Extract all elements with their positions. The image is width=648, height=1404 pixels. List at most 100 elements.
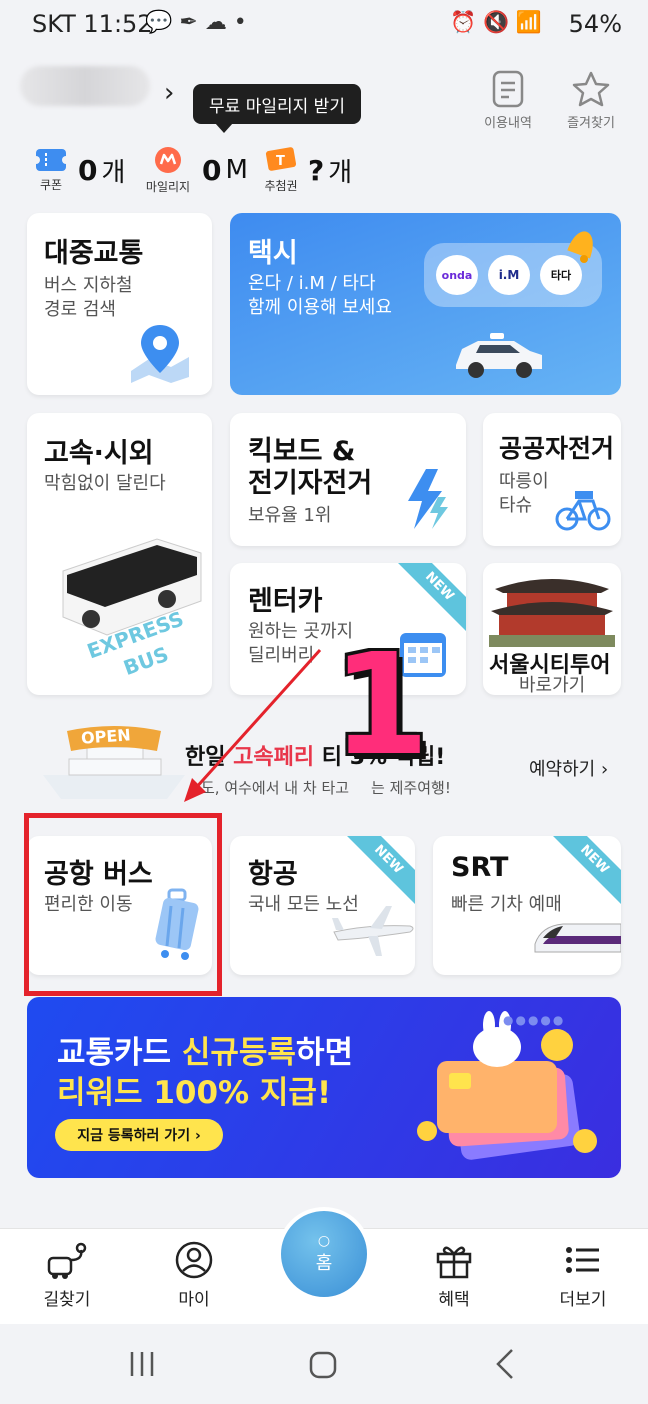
nav-more-label: 더보기 xyxy=(559,1290,607,1310)
mileage-label: 마일리지 xyxy=(145,180,191,194)
rentcar-new-badge: NEW xyxy=(396,563,466,633)
taxi-car-icon xyxy=(456,333,542,378)
taxi-sub1: 온다 / i.M / 타다 xyxy=(248,273,376,294)
express-title: 고속·시외 xyxy=(44,438,154,469)
banner-line2: 리워드 100% 지급! xyxy=(57,1075,332,1111)
transit-sub2: 경로 검색 xyxy=(44,299,116,320)
new-badge-text: NEW xyxy=(345,836,415,906)
bike-sub2: 타슈 xyxy=(499,495,533,516)
srt-new-badge: NEW xyxy=(551,836,621,906)
im-logo: i.M xyxy=(488,255,530,295)
raffle-unit: 개 xyxy=(328,157,353,188)
coupon-stat[interactable]: 쿠폰 0 개 xyxy=(28,142,125,198)
bike-sub1: 따릉이 xyxy=(499,471,549,492)
mileage-coin-icon xyxy=(155,147,181,173)
nav-home-label: 홈 xyxy=(315,1253,333,1274)
new-badge-text: NEW xyxy=(551,836,621,906)
highlight-box xyxy=(24,813,222,996)
system-icons: ⏰ 🔇 📶 xyxy=(450,10,542,34)
city-tour-card[interactable]: 서울시티투어 바로가기 xyxy=(483,563,621,695)
coupon-unit: 개 xyxy=(101,157,126,188)
mileage-stat[interactable]: 마일리지 0 M xyxy=(138,142,248,198)
coupon-label: 쿠폰 xyxy=(39,178,63,192)
taxi-card[interactable]: 택시 온다 / i.M / 타다 함께 이용해 보세요 onda i.M 타다 xyxy=(230,213,621,395)
raffle-ticket-icon: T xyxy=(265,147,297,171)
profile-icon xyxy=(175,1241,213,1279)
public-bike-card[interactable]: 공공자전거 따릉이 타슈 xyxy=(483,413,621,546)
bike-title: 공공자전거 xyxy=(499,434,615,463)
red-arrow xyxy=(184,648,322,802)
transit-card-banner[interactable]: 교통카드 신규등록하면 리워드 100% 지급! 지금 등록하러 가기 › ●●… xyxy=(27,997,621,1178)
nav-my-label: 마이 xyxy=(178,1290,210,1310)
cards-coins-icon xyxy=(417,1011,597,1160)
menu-list-icon xyxy=(566,1247,599,1273)
nav-my[interactable]: 마이 xyxy=(154,1240,234,1310)
kickboard-title2: 전기자전거 xyxy=(248,468,373,499)
map-pin-icon xyxy=(131,325,189,383)
air-card[interactable]: 항공 국내 모든 노선 NEW xyxy=(230,836,415,975)
star-icon xyxy=(572,71,610,107)
raffle-icon-wrap: T 추첨권 xyxy=(258,146,304,194)
airplane-icon xyxy=(332,906,414,956)
favorites-label: 즐겨찾기 xyxy=(567,116,615,131)
bell-icon xyxy=(567,231,593,263)
onda-logo: onda xyxy=(436,255,478,295)
kickboard-card[interactable]: 킥보드 & 전기자전거 보유율 1위 xyxy=(230,413,466,546)
mileage-value: 0 xyxy=(202,153,222,187)
nav-home-button[interactable]: ○ 홈 xyxy=(277,1207,371,1301)
svg-text:T: T xyxy=(276,154,285,169)
history-label: 이용내역 xyxy=(484,116,532,131)
open-label: OPEN xyxy=(80,725,132,748)
srt-sub: 빠른 기차 예매 xyxy=(451,894,562,915)
raffle-stat[interactable]: T 추첨권 ? 개 xyxy=(258,142,352,198)
taxi-sub2: 함께 이용해 보세요 xyxy=(248,297,392,318)
nav-more[interactable]: 더보기 xyxy=(543,1240,623,1310)
system-nav-bar xyxy=(0,1324,648,1404)
nav-benefit-label: 혜택 xyxy=(438,1290,470,1310)
train-icon xyxy=(534,923,621,953)
mileage-icon-wrap: 마일리지 xyxy=(138,145,198,195)
transit-card[interactable]: 대중교통 버스 지하철 경로 검색 xyxy=(27,213,212,395)
home-system-icon[interactable] xyxy=(308,1350,338,1380)
banner-line1-pre: 교통카드 xyxy=(57,1035,182,1071)
banner-line1-post: 하면 xyxy=(295,1035,354,1071)
air-title: 항공 xyxy=(248,859,298,890)
nav-route[interactable]: 길찾기 xyxy=(27,1240,107,1310)
step-number: 1 xyxy=(332,624,430,787)
banner-register-button[interactable]: 지금 등록하러 가기 › xyxy=(55,1119,223,1151)
recent-apps-icon[interactable] xyxy=(128,1350,156,1378)
kickboard-sub: 보유율 1위 xyxy=(248,505,332,526)
air-new-badge: NEW xyxy=(345,836,415,906)
raffle-label: 추첨권 xyxy=(264,179,298,193)
bicycle-icon xyxy=(555,491,611,531)
gift-icon xyxy=(436,1246,472,1279)
transit-sub1: 버스 지하철 xyxy=(44,275,133,296)
favorites-button[interactable]: 즐겨찾기 xyxy=(555,70,627,131)
route-icon xyxy=(47,1242,87,1279)
new-badge-text: NEW xyxy=(396,563,466,633)
palace-icon xyxy=(489,579,615,647)
chevron-right-icon[interactable]: › xyxy=(164,78,174,108)
status-bar: SKT 11:52 💬 ✒ ☁ • ⏰ 🔇 📶 54% xyxy=(0,0,648,50)
status-carrier-time: SKT 11:52 xyxy=(32,10,153,38)
mileage-unit: M xyxy=(225,155,248,185)
ferry-reserve-link[interactable]: 예약하기 › xyxy=(529,755,608,781)
user-name-blurred[interactable] xyxy=(20,66,150,106)
history-button[interactable]: 이용내역 xyxy=(472,70,544,131)
home-dot-icon: ○ xyxy=(317,1233,331,1249)
rentcar-title: 렌터카 xyxy=(248,586,323,617)
srt-title: SRT xyxy=(451,852,509,883)
transit-title: 대중교통 xyxy=(44,238,144,269)
express-sub: 막힘없이 달린다 xyxy=(44,473,166,494)
banner-line1: 교통카드 신규등록하면 xyxy=(57,1027,353,1072)
nav-benefit[interactable]: 혜택 xyxy=(414,1240,494,1310)
notification-icons: 💬 ✒ ☁ • xyxy=(145,10,247,35)
taxi-title: 택시 xyxy=(248,238,298,269)
ticket-icon xyxy=(32,149,70,171)
coupon-value: 0 xyxy=(78,153,98,187)
raffle-value: ? xyxy=(308,153,325,187)
srt-card[interactable]: SRT 빠른 기차 예매 NEW xyxy=(433,836,621,975)
back-icon[interactable] xyxy=(494,1348,518,1380)
banner-line1-highlight: 신규등록 xyxy=(181,1035,296,1071)
mileage-tooltip[interactable]: 무료 마일리지 받기 xyxy=(193,84,361,133)
